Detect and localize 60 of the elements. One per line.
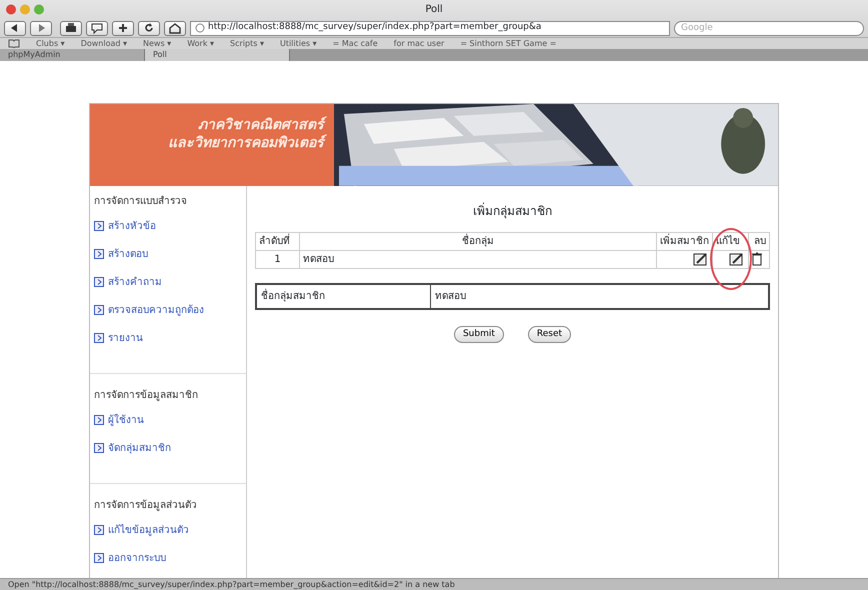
bookmark-item[interactable]: Clubs ▾: [36, 38, 65, 50]
submit-button[interactable]: Submit: [454, 326, 504, 344]
forward-button[interactable]: [30, 20, 52, 36]
browser-tab[interactable]: phpMyAdmin: [0, 49, 145, 61]
column-header-text: แก้ไข: [716, 236, 740, 247]
page-title: เพิ่มกลุ่มสมาชิก: [472, 202, 553, 220]
trash-icon[interactable]: [752, 252, 762, 266]
arrow-box-icon: [94, 221, 104, 232]
bookmark-item[interactable]: = Mac cafe: [332, 38, 378, 50]
browser-tab[interactable]: Poll: [145, 49, 290, 61]
home-icon: [167, 21, 183, 35]
arrow-box-icon: [94, 333, 104, 344]
status-bar: Open "http://localhost:8888/mc_survey/super/index.php?part=member_group&action=edit&id=2" in a new tab: [0, 578, 868, 590]
plus-button[interactable]: [112, 20, 134, 36]
arrow-box-icon: [94, 525, 104, 536]
printer-icon: [63, 21, 79, 35]
bookmark-item[interactable]: News ▾: [143, 38, 172, 50]
arrow-box-icon: [94, 443, 104, 454]
speech-bubble-icon: [89, 21, 105, 35]
menu-link[interactable]: ผู้ใช้งาน: [94, 412, 242, 428]
printer-button[interactable]: [60, 20, 82, 36]
menu-link[interactable]: สร้างหัวข้อ: [94, 218, 242, 234]
speech-bubble-button[interactable]: [86, 20, 108, 36]
arrow-box-icon: [94, 415, 104, 426]
arrow-box-icon: [94, 553, 104, 564]
bookmark-item[interactable]: Download ▾: [80, 38, 128, 50]
menu-link[interactable]: ออกจากระบบ: [94, 550, 242, 566]
edit-icon[interactable]: [729, 252, 745, 266]
reset-button[interactable]: Reset: [528, 326, 572, 344]
menu-link[interactable]: สร้างตอบ: [94, 246, 242, 262]
window-title: Poll: [425, 3, 443, 17]
arrow-box-icon: [94, 305, 104, 316]
edit-icon[interactable]: [693, 252, 709, 266]
home-button[interactable]: [164, 20, 186, 36]
arrow-box-icon: [94, 249, 104, 260]
bookmarks-icon[interactable]: [8, 38, 20, 50]
reload-button[interactable]: [138, 20, 160, 36]
bookmark-item[interactable]: Utilities ▾: [280, 38, 317, 50]
arrow-box-icon: [94, 277, 104, 288]
menu-link[interactable]: สร้างคำถาม: [94, 274, 242, 290]
table-cell: 1: [256, 250, 300, 268]
menu-link[interactable]: ตรวจสอบความถูกต้อง: [94, 302, 242, 318]
column-header: ลบ: [748, 232, 770, 250]
address-bar[interactable]: http://localhost:8888/mc_survey/super/index.php?part=member_group&a: [190, 20, 670, 36]
menu-heading: การจัดการข้อมูลสมาชิก: [94, 388, 199, 403]
column-header: ลำดับที่: [256, 232, 300, 250]
bookmark-item[interactable]: Scripts ▾: [230, 38, 264, 50]
back-button[interactable]: [4, 20, 26, 36]
bookmark-item[interactable]: for mac user: [394, 38, 444, 50]
menu-link[interactable]: จัดกลุ่มสมาชิก: [94, 440, 242, 456]
menu-link[interactable]: รายงาน: [94, 330, 242, 346]
column-header: ชื่อกลุ่ม: [300, 232, 656, 250]
menu-link[interactable]: แก้ไขข้อมูลส่วนตัว: [94, 522, 242, 538]
menu-heading: การจัดการข้อมูลส่วนตัว: [94, 498, 198, 513]
bookmark-item[interactable]: = Sinthorn SET Game =: [460, 38, 556, 50]
search-field[interactable]: Google: [674, 20, 864, 36]
menu-heading: การจัดการแบบสำรวจ: [94, 194, 188, 209]
bookmark-item[interactable]: Work ▾: [187, 38, 214, 50]
column-header: เพิ่มสมาชิก: [656, 232, 712, 250]
table-cell: ทดสอบ: [300, 250, 656, 268]
